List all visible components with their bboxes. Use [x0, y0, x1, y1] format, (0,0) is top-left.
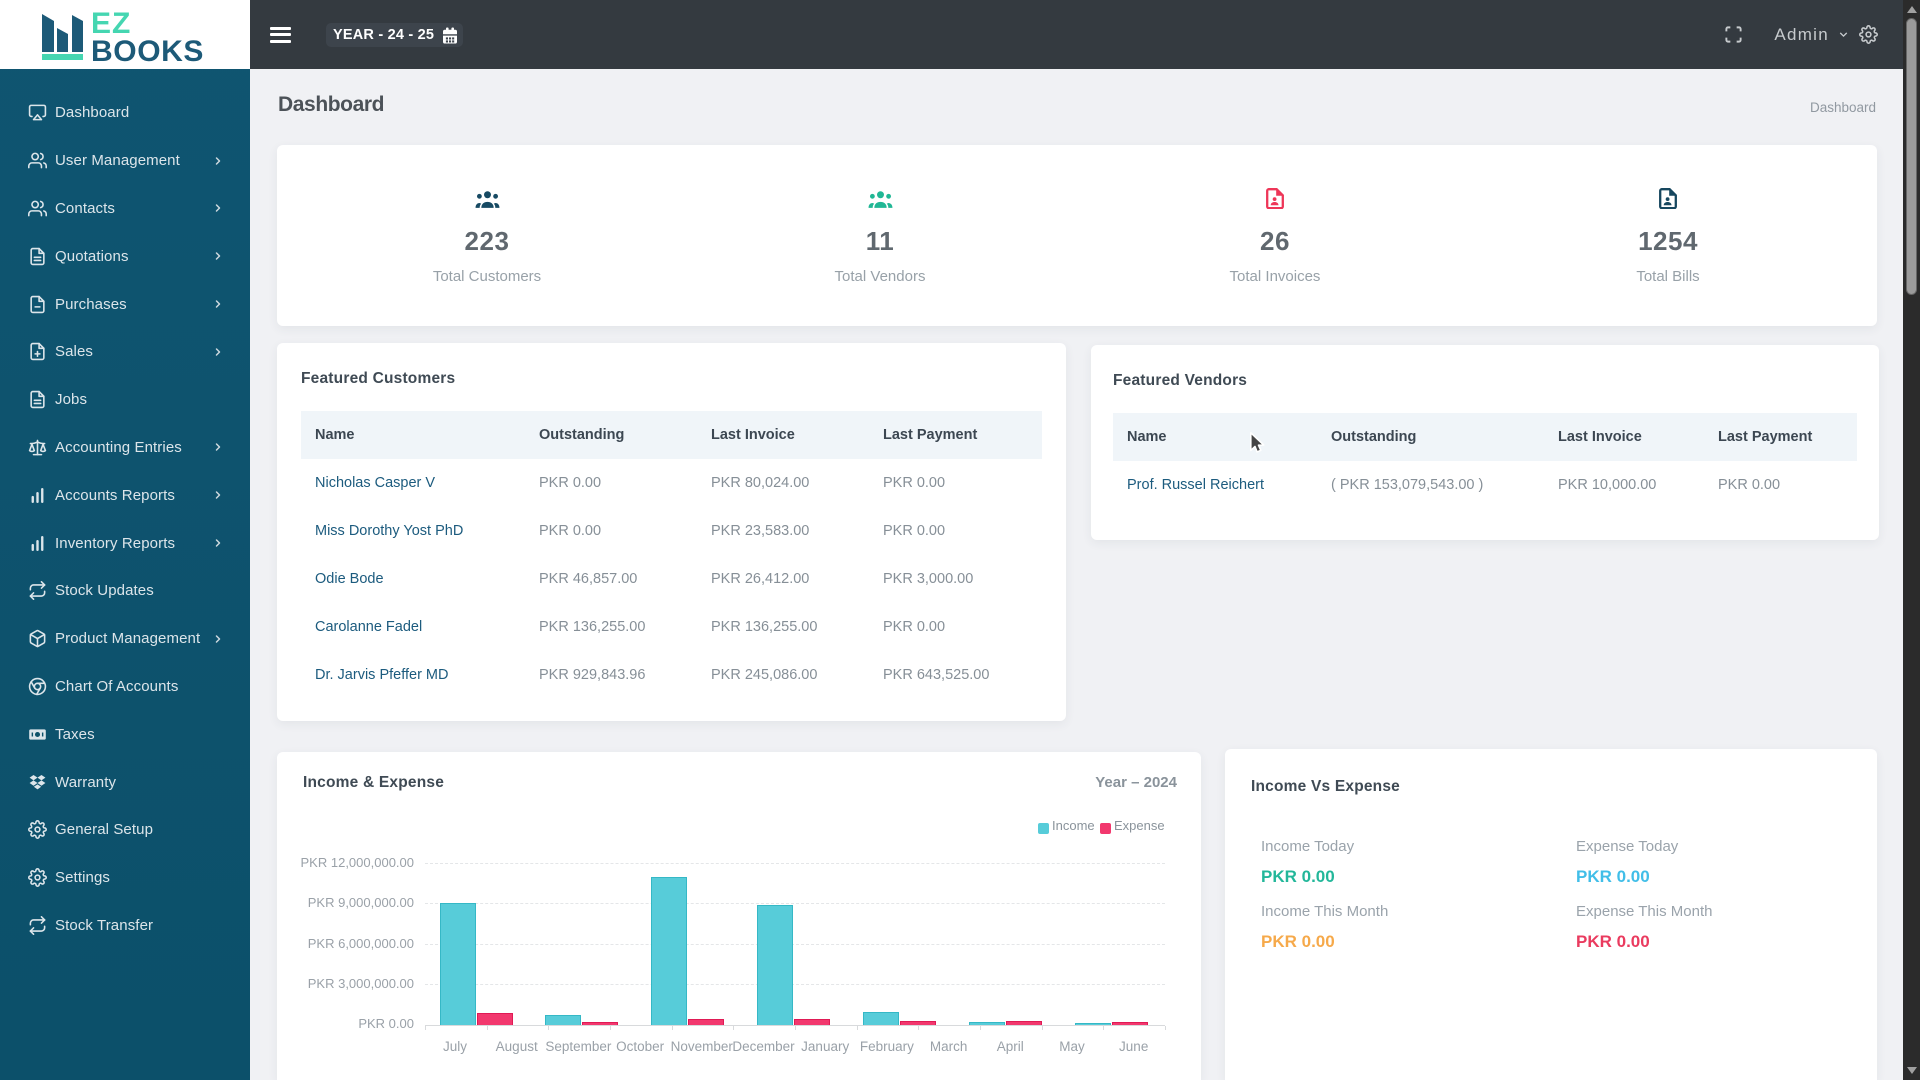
svg-text:BOOKS: BOOKS: [91, 35, 204, 68]
